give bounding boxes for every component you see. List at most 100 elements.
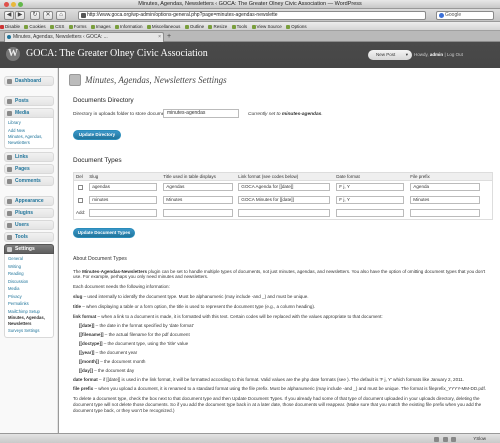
delete-checkbox[interactable] <box>78 197 83 203</box>
new-slug-input[interactable] <box>89 208 158 217</box>
directory-current-prefix: Currently set to <box>248 112 282 117</box>
tab-current[interactable]: Minutes, Agendas, Newsletters ‹ GOCA: ..… <box>4 32 164 42</box>
menu-links-label: Links <box>15 154 29 160</box>
submenu-surveys-settings[interactable]: Surveys Settings <box>8 327 53 335</box>
delete-checkbox[interactable] <box>78 184 83 190</box>
devbar-images[interactable]: Images <box>90 22 114 30</box>
directory-input[interactable]: minutes-agendas <box>163 109 239 118</box>
devbar-view-source[interactable]: View Source <box>251 22 285 30</box>
devbar-miscellaneous[interactable]: Miscellaneous <box>146 22 184 30</box>
devbar-outline[interactable]: Outline <box>184 22 207 30</box>
slug-input[interactable]: agendas <box>89 183 158 192</box>
logout-link[interactable]: | Log Out <box>443 52 462 57</box>
slug-desc: – used internally to identify the docume… <box>82 293 309 299</box>
link-format-input[interactable]: GOCA Agenda for [[date]] <box>238 183 331 192</box>
google-icon <box>439 13 444 18</box>
wordpress-logo-icon[interactable]: W <box>6 47 20 61</box>
submenu-privacy[interactable]: Privacy <box>8 293 53 301</box>
menu-pages[interactable]: Pages <box>4 164 54 174</box>
submenu-reading[interactable]: Reading <box>8 270 53 278</box>
dropdown-arrow-icon[interactable]: ▾ <box>406 50 408 60</box>
yslow-button[interactable]: YSlow <box>473 434 486 443</box>
devbar-cookies[interactable]: Cookies <box>24 22 48 30</box>
submenu-media[interactable]: Media <box>8 285 53 293</box>
new-post-label: New Post <box>376 52 396 57</box>
submenu-minutes-agendas-media[interactable]: Minutes, Agendas, Newsletters <box>8 134 53 146</box>
new-date-format-input[interactable] <box>336 208 405 217</box>
reload-button[interactable]: ↻ <box>30 11 40 20</box>
stop-button[interactable]: ✕ <box>43 11 53 20</box>
menu-comments[interactable]: Comments <box>4 176 54 186</box>
addon-icon[interactable] <box>451 437 456 442</box>
menu-tools[interactable]: Tools <box>4 232 54 242</box>
devbar-disable[interactable]: Disable <box>0 22 23 30</box>
devbar-css[interactable]: CSS <box>50 22 67 30</box>
site-name[interactable]: GOCA: The Greater Olney Civic Associatio… <box>26 48 208 59</box>
date-format-input[interactable]: F j, Y <box>336 196 405 204</box>
back-button[interactable]: ◀ <box>4 11 14 20</box>
devbar-options[interactable]: Options <box>286 22 310 30</box>
submenu-add-new[interactable]: Add New <box>8 127 53 135</box>
media-submenu: Library Add New Minutes, Agendas, Newsle… <box>4 118 54 149</box>
plugins-icon <box>7 211 12 216</box>
submenu-library[interactable]: Library <box>8 119 53 127</box>
submenu-mailchimp-setup[interactable]: MailChimp Setup <box>8 308 53 316</box>
close-tab-icon[interactable]: × <box>158 33 161 42</box>
submenu-minutes-agendas-settings[interactable]: Minutes, Agendas, Newsletters <box>8 315 53 327</box>
main-content: Minutes, Agendas, Newsletters Settings D… <box>59 68 500 443</box>
new-tab-button[interactable]: + <box>167 33 175 41</box>
home-button[interactable]: ⌂ <box>56 11 66 20</box>
new-post-button[interactable]: New Post ▾ <box>368 50 412 60</box>
new-file-prefix-input[interactable] <box>410 208 481 217</box>
menu-settings[interactable]: Settings General Writing Reading Discuss… <box>4 244 54 338</box>
title-desc: – when displaying a table or a form opti… <box>81 303 316 309</box>
reload-icon: ↻ <box>32 12 38 18</box>
title-input[interactable]: Minutes <box>163 196 234 204</box>
menu-users[interactable]: Users <box>4 220 54 230</box>
file-prefix-input[interactable]: Agenda <box>410 183 481 192</box>
column-header-slug: Slug <box>87 172 162 181</box>
menu-media[interactable]: Media Library Add New Minutes, Agendas, … <box>4 108 54 149</box>
menu-links[interactable]: Links <box>4 152 54 162</box>
menu-appearance[interactable]: Appearance <box>4 196 54 206</box>
submenu-general[interactable]: General <box>8 255 53 263</box>
addon-icon[interactable] <box>442 437 448 442</box>
browser-navbar: ◀ ▶ ↻ ✕ ⌂ http://www.goca.org/wp-admin/o… <box>0 9 500 22</box>
code-desc: – the document month <box>98 358 146 364</box>
devbar-resize[interactable]: Resize <box>208 22 230 30</box>
devbar-tools[interactable]: Tools <box>231 22 251 30</box>
slug-term: slug <box>73 293 83 299</box>
menu-pages-label: Pages <box>15 166 30 172</box>
update-directory-button[interactable]: Update Directory <box>73 130 121 140</box>
page-title: Minutes, Agendas, Newsletters Settings <box>85 75 227 85</box>
directory-current: Currently set to minutes-agendas. <box>248 112 323 117</box>
new-link-format-input[interactable] <box>238 208 331 217</box>
forward-button[interactable]: ▶ <box>15 11 25 20</box>
devbar-forms[interactable]: Forms <box>68 22 90 30</box>
search-field[interactable]: Google <box>436 11 494 20</box>
username-link[interactable]: admin <box>430 52 443 57</box>
menu-posts[interactable]: Posts <box>4 96 54 106</box>
column-header-date-format: Date format <box>334 172 409 181</box>
devbar-information[interactable]: Information <box>115 22 146 30</box>
menu-dashboard[interactable]: Dashboard <box>4 76 54 86</box>
slug-input[interactable]: minutes <box>89 196 158 204</box>
submenu-discussion[interactable]: Discussion <box>8 278 53 286</box>
addon-icon[interactable] <box>434 437 440 442</box>
file-prefix-input[interactable]: Minutes <box>410 196 481 204</box>
submenu-permalinks[interactable]: Permalinks <box>8 300 53 308</box>
date-format-input[interactable]: F j, Y <box>336 183 405 192</box>
title-input[interactable]: Agendas <box>163 183 234 192</box>
stop-icon: ✕ <box>45 12 51 18</box>
link-desc: – when a link to a document is made, it … <box>96 313 383 319</box>
about-slug: slug – used internally to identify the d… <box>73 294 493 300</box>
submenu-writing[interactable]: Writing <box>8 263 53 271</box>
forward-arrow-icon: ▶ <box>17 12 23 18</box>
update-document-types-button[interactable]: Update Document Types <box>73 228 135 238</box>
menu-comments-label: Comments <box>15 178 41 184</box>
address-bar[interactable]: http://www.goca.org/wp-admin/options-gen… <box>78 11 426 20</box>
link-format-input[interactable]: GOCA Minutes for [[date]] <box>238 196 331 204</box>
new-title-input[interactable] <box>163 208 234 217</box>
table-row: agendas Agendas GOCA Agenda for [[date]]… <box>74 181 493 194</box>
menu-plugins[interactable]: Plugins <box>4 208 54 218</box>
